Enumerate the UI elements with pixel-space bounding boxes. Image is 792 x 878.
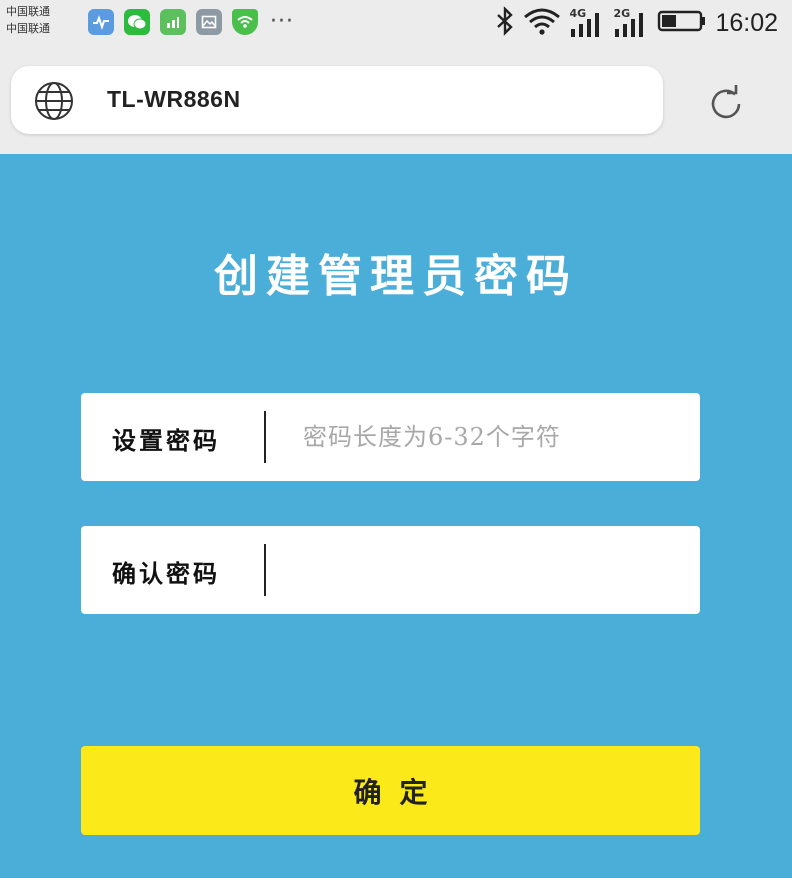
gallery-icon — [196, 9, 222, 35]
status-bar: 中国联通 中国联通 ··· 4G 2G 16:02 — [0, 0, 792, 48]
more-notifications-icon: ··· — [270, 9, 294, 34]
data-monitor-icon — [160, 9, 186, 35]
battery-icon — [657, 8, 707, 38]
confirm-password-label: 确认密码 — [112, 559, 220, 588]
signal-2g-icon: 2G — [613, 7, 649, 39]
address-bar[interactable]: TL-WR886N — [11, 66, 663, 134]
bluetooth-icon — [495, 6, 515, 40]
confirm-password-field: 确认密码 — [81, 526, 700, 614]
wifi-icon — [523, 6, 561, 40]
globe-icon — [35, 82, 73, 120]
confirm-button[interactable]: 确定 — [81, 746, 700, 835]
wifi-shield-icon — [232, 9, 258, 35]
carrier-label: 中国联通 — [6, 5, 50, 18]
field-divider — [264, 411, 266, 463]
status-indicators: 4G 2G 16:02 — [495, 6, 778, 40]
set-password-input[interactable] — [281, 411, 681, 463]
clock: 16:02 — [715, 8, 778, 37]
reload-icon[interactable] — [704, 82, 748, 126]
carrier-label: 中国联通 — [6, 22, 50, 35]
page-title: 创建管理员密码 — [214, 251, 578, 302]
health-app-icon — [88, 9, 114, 35]
set-password-label: 设置密码 — [112, 426, 220, 455]
browser-toolbar: TL-WR886N — [0, 48, 792, 154]
wechat-icon — [124, 9, 150, 35]
url-text: TL-WR886N — [107, 86, 241, 112]
set-password-field: 设置密码 — [81, 393, 700, 481]
signal-4g-icon: 4G — [569, 7, 605, 39]
field-divider — [264, 544, 266, 596]
confirm-password-input[interactable] — [281, 544, 681, 596]
router-setup-page: 创建管理员密码 设置密码 确认密码 确定 — [0, 154, 792, 878]
carrier-labels: 中国联通 中国联通 — [6, 3, 50, 37]
notification-icons: ··· — [88, 9, 294, 35]
